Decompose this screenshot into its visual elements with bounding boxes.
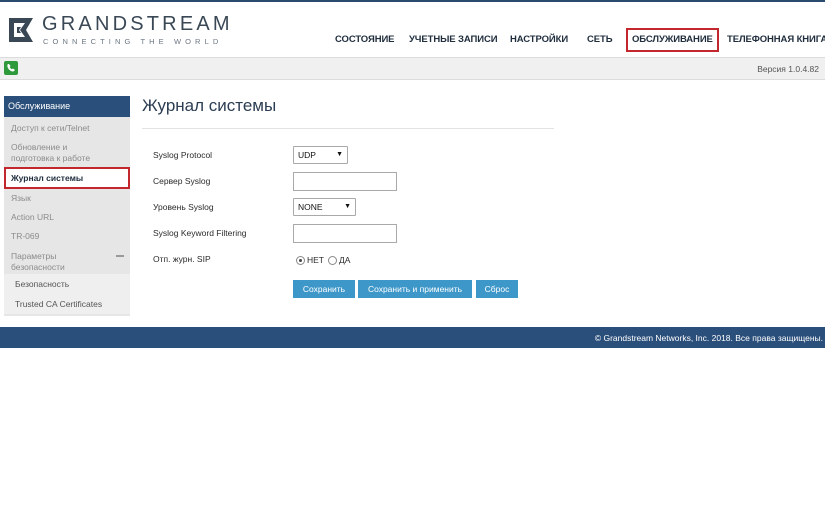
sip-log-no-radio[interactable] <box>296 255 305 265</box>
sidebar-header: Обслуживание <box>4 96 130 117</box>
sip-log-radio-group: НЕТ ДА <box>296 255 354 265</box>
syslog-server-input[interactable] <box>293 172 397 191</box>
sip-log-label: Отп. журн. SIP <box>153 254 211 264</box>
syslog-level-select[interactable]: NONE ▼ <box>293 198 356 216</box>
nav-network[interactable]: СЕТЬ <box>587 28 613 52</box>
firmware-version: Версия 1.0.4.82 <box>757 64 819 74</box>
syslog-protocol-label: Syslog Protocol <box>153 150 213 160</box>
nav-settings[interactable]: НАСТРОЙКИ <box>510 28 568 52</box>
collapse-minus-icon[interactable] <box>116 255 124 257</box>
syslog-level-value: NONE <box>298 202 323 212</box>
sidebar-subitem-security[interactable]: Безопасность <box>4 274 130 294</box>
grandstream-logo[interactable]: GRANDSTREAM CONNECTING THE WORLD <box>6 12 236 52</box>
sidebar-item-language[interactable]: Язык <box>4 193 130 204</box>
nav-phonebook[interactable]: ТЕЛЕФОННАЯ КНИГА <box>727 28 825 52</box>
save-button[interactable]: Сохранить <box>293 280 355 298</box>
sidebar-item-action-url[interactable]: Action URL <box>4 212 130 223</box>
save-apply-button[interactable]: Сохранить и применить <box>358 280 472 298</box>
phone-glyph-icon <box>7 64 15 72</box>
sidebar-item-upgrade[interactable]: Обновление и подготовка к работе <box>4 142 104 164</box>
title-divider <box>142 128 554 129</box>
sidebar-item-tr069[interactable]: TR-069 <box>4 231 130 242</box>
page-title: Журнал системы <box>142 96 277 115</box>
syslog-level-label: Уровень Syslog <box>153 202 214 212</box>
reset-button[interactable]: Сброс <box>476 280 518 298</box>
sidebar-item-network-access[interactable]: Доступ к сети/Telnet <box>4 123 130 134</box>
sub-toolbar: Версия 1.0.4.82 <box>0 57 825 80</box>
nav-accounts[interactable]: УЧЕТНЫЕ ЗАПИСИ <box>409 28 498 52</box>
brand-name: GRANDSTREAM <box>42 13 233 35</box>
dropdown-arrow-icon: ▼ <box>336 151 343 158</box>
grandstream-logo-icon <box>9 18 33 42</box>
nav-status[interactable]: СОСТОЯНИЕ <box>335 28 395 52</box>
header: GRANDSTREAM CONNECTING THE WORLD СОСТОЯН… <box>0 2 825 57</box>
sidebar: Обслуживание Доступ к сети/Telnet Обновл… <box>4 96 130 316</box>
phone-icon[interactable] <box>4 61 18 75</box>
sidebar-subitem-trusted-ca[interactable]: Trusted CA Certificates <box>4 294 130 314</box>
sip-log-yes-radio[interactable] <box>328 255 337 265</box>
syslog-keyword-label: Syslog Keyword Filtering <box>153 228 247 238</box>
sidebar-item-syslog[interactable]: Журнал системы <box>4 167 130 189</box>
brand-tagline: CONNECTING THE WORLD <box>43 37 223 46</box>
dropdown-arrow-icon: ▼ <box>344 203 351 210</box>
syslog-protocol-select[interactable]: UDP ▼ <box>293 146 348 164</box>
nav-maintenance[interactable]: ОБСЛУЖИВАНИЕ <box>626 28 719 52</box>
sidebar-item-security-params[interactable]: Параметры безопасности <box>4 251 84 273</box>
syslog-protocol-value: UDP <box>298 150 316 160</box>
sip-log-yes-label: ДА <box>339 255 351 265</box>
syslog-keyword-input[interactable] <box>293 224 397 243</box>
footer: © Grandstream Networks, Inc. 2018. Все п… <box>0 327 825 348</box>
copyright-text: © Grandstream Networks, Inc. 2018. Все п… <box>594 333 823 343</box>
sip-log-no-label: НЕТ <box>307 255 324 265</box>
syslog-server-label: Сервер Syslog <box>153 176 211 186</box>
